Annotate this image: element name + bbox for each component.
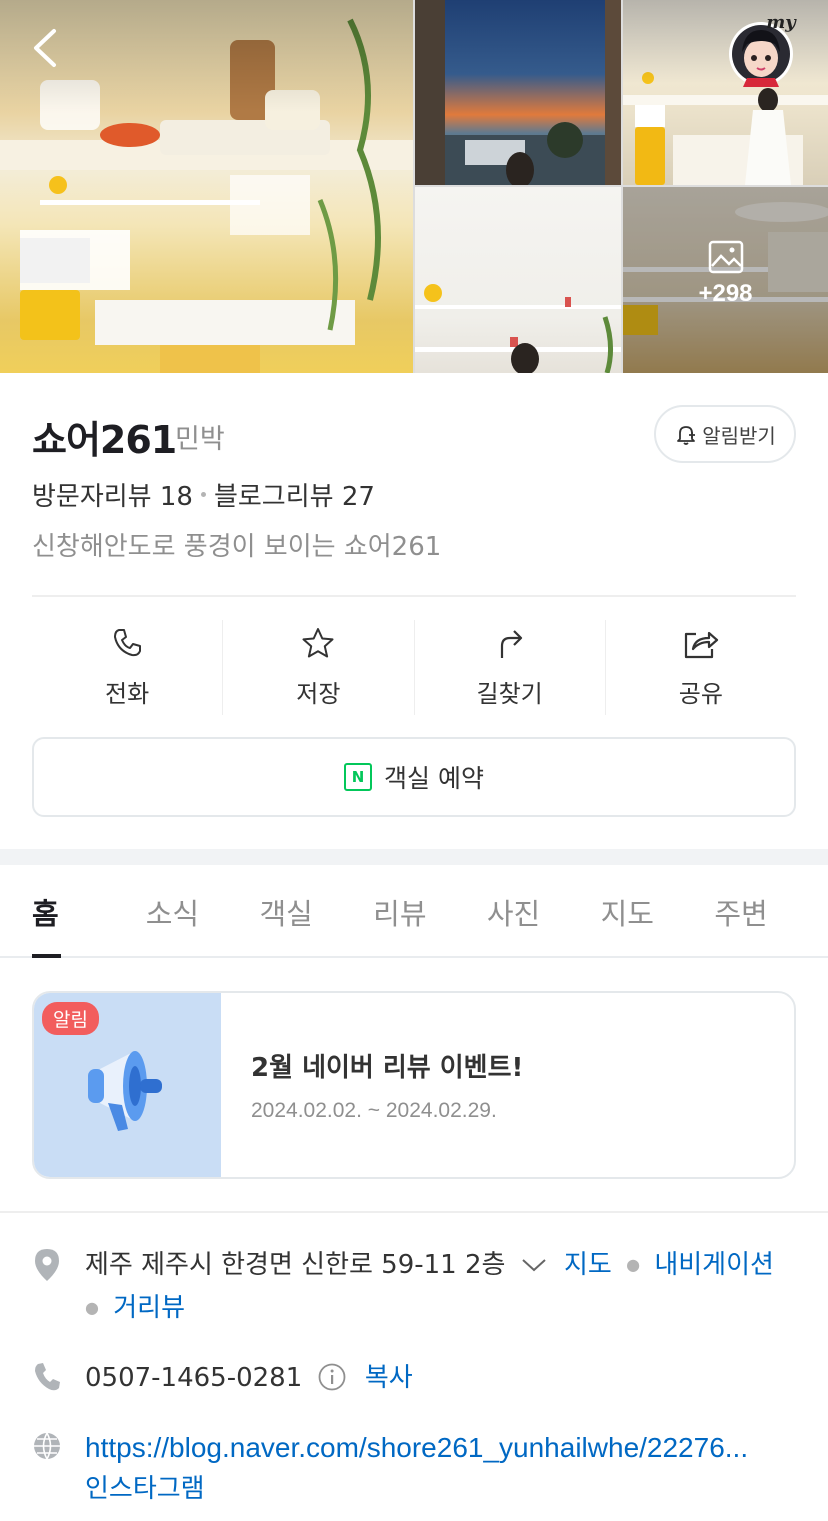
instagram-link[interactable]: 인스타그램 [85,1474,205,1504]
more-photos-overlay[interactable]: +298 [623,240,828,308]
back-icon[interactable] [30,28,60,68]
info-icon[interactable] [317,1362,347,1392]
place-category: 민박 [175,424,225,455]
separator-dot [200,492,206,497]
directions-label: 길찾기 [476,680,543,708]
chevron-down-icon[interactable] [520,1255,548,1275]
globe-icon [34,1432,60,1460]
map-link[interactable]: 지도 [564,1250,612,1280]
star-icon [302,628,334,658]
photo-kitchen-main[interactable] [0,0,413,373]
more-photos-count: +298 [698,280,753,307]
phone-number: 0507-1465-0281 [85,1363,303,1393]
directions-button[interactable]: 길찾기 [415,620,606,715]
call-button[interactable]: 전화 [32,620,224,715]
tab-photos[interactable]: 사진 [487,865,601,956]
naver-booking-icon: N [344,763,373,791]
notice-badge: 알림 [42,1002,99,1035]
copy-phone-button[interactable]: 복사 [365,1363,413,1393]
tab-reviews[interactable]: 리뷰 [373,865,487,956]
share-label: 공유 [678,680,723,708]
alarm-label: 알림받기 [702,423,776,448]
phone-icon [114,629,142,657]
phone-row: 0507-1465-0281 복사 [32,1358,796,1398]
tab-bar: 홈 소식 객실 리뷰 사진 지도 주변 [0,865,828,958]
save-label: 저장 [296,680,341,708]
review-counts: 방문자리뷰 18 블로그리뷰 27 [32,476,375,513]
save-button[interactable]: 저장 [223,620,415,715]
bell-icon [677,426,696,445]
photo-gallery[interactable]: +298 my [0,0,828,373]
divider [0,1211,828,1213]
phone-icon [35,1363,60,1391]
address-text: 제주 제주시 한경면 신한로 59-11 2층 [85,1250,506,1280]
address-row: 제주 제주시 한경면 신한로 59-11 2층 지도 ● 내비게이션 ● 거리뷰 [32,1245,796,1325]
place-name: 쇼어261 [32,418,177,462]
notice-date: 2024.02.02. ~ 2024.02.29. [251,1099,497,1122]
blog-review-link[interactable]: 블로그리뷰 27 [214,476,375,513]
reserve-label: 객실 예약 [384,764,484,793]
share-button[interactable]: 공유 [606,620,796,715]
place-header: 쇼어261 민박 알림받기 [32,405,796,465]
tab-map[interactable]: 지도 [601,865,715,956]
place-description: 신창해안도로 풍경이 보이는 쇼어261 [32,532,442,562]
location-pin-icon [35,1249,59,1281]
directions-icon [500,630,522,658]
share-icon [684,631,718,659]
action-bar: 전화 저장 길찾기 공유 [32,620,796,715]
visitor-review-link[interactable]: 방문자리뷰 18 [32,476,193,513]
separator-dot: ● [85,1298,99,1317]
tab-rooms[interactable]: 객실 [259,865,373,956]
notice-title: 2월 네이버 리뷰 이벤트! [251,1053,524,1083]
separator-dot: ● [626,1255,641,1274]
megaphone-icon [88,1051,162,1131]
room-reserve-button[interactable]: N 객실 예약 [32,737,796,817]
photo-sunset-window[interactable] [415,0,621,185]
image-icon [708,240,743,274]
website-row: https://blog.naver.com/shore261_yunhailw… [32,1428,796,1518]
tab-nearby[interactable]: 주변 [714,865,828,956]
photo-white-shelf[interactable] [415,187,621,373]
notice-image: 알림 [34,993,221,1177]
tab-news[interactable]: 소식 [146,865,260,956]
call-label: 전화 [105,680,150,708]
avatar-label: my [766,12,797,33]
notice-card[interactable]: 알림 2월 네이버 리뷰 이벤트! 2024.02.02. ~ 2024.02.… [32,991,796,1179]
navigation-link[interactable]: 내비게이션 [654,1250,774,1280]
street-view-link[interactable]: 거리뷰 [113,1293,185,1323]
tab-home[interactable]: 홈 [32,865,146,958]
website-link[interactable]: https://blog.naver.com/shore261_yunhailw… [85,1432,748,1463]
alarm-button[interactable]: 알림받기 [654,405,796,463]
section-separator [0,849,828,865]
divider [32,595,796,597]
my-avatar-icon[interactable]: my [725,12,801,88]
